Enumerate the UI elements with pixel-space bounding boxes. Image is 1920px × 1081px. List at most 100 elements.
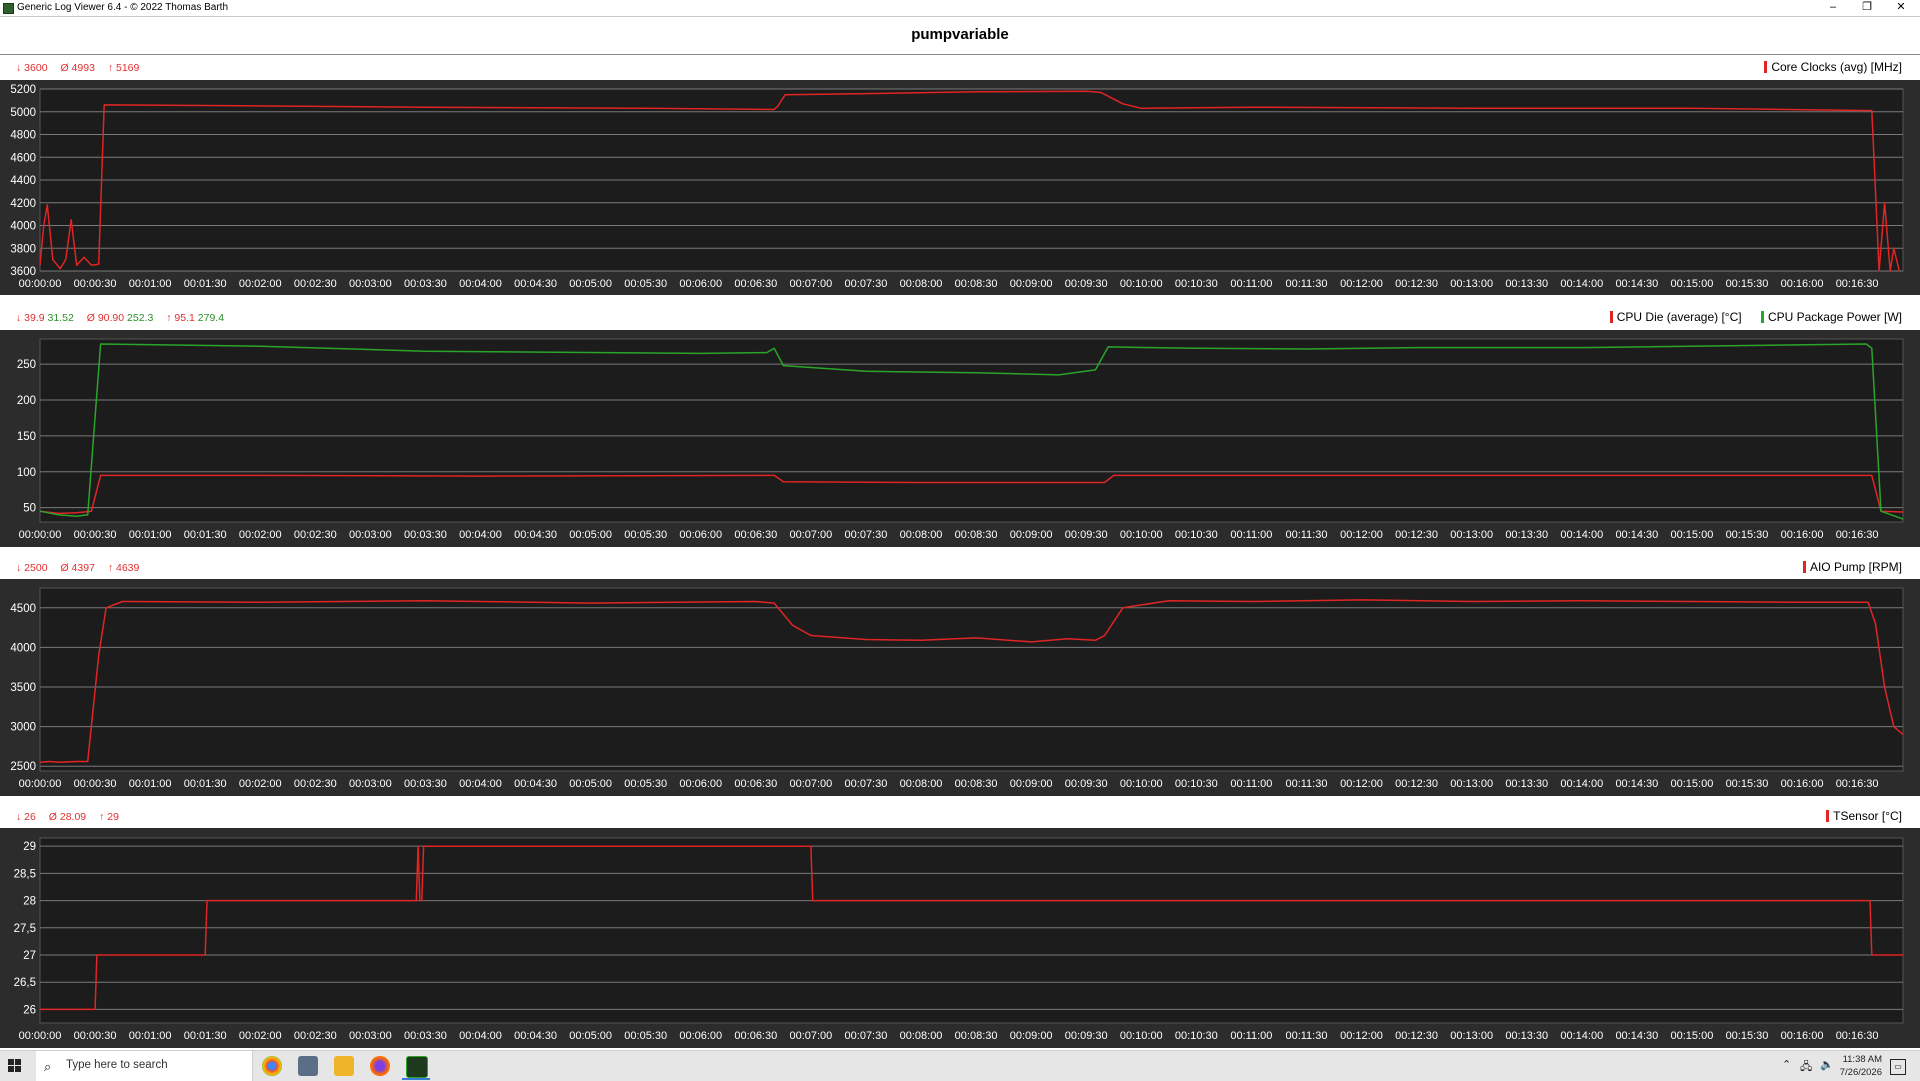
x-tick-label: 00:14:30: [1615, 1030, 1658, 1042]
x-tick-label: 00:15:00: [1671, 529, 1714, 541]
x-tick-label: 00:08:00: [900, 529, 943, 541]
x-tick-label: 00:12:00: [1340, 278, 1383, 290]
x-tick-label: 00:02:30: [294, 778, 337, 790]
volume-icon[interactable]: 🔈: [1820, 1058, 1834, 1071]
chart2-panel[interactable]: 250 200 150 100 50 00:00:00 00:00:30 00:01:00 00…: [0, 330, 1920, 547]
x-tick-label: 00:09:30: [1065, 1030, 1108, 1042]
legend-item: CPU Package Power [W]: [1760, 310, 1902, 324]
y-tick-label: 27: [23, 950, 36, 962]
x-tick-label: 00:01:00: [129, 529, 172, 541]
legend-swatch: [1826, 810, 1830, 822]
x-tick-label: 00:16:30: [1836, 278, 1879, 290]
legend-item: CPU Die (average) [°C]: [1609, 310, 1742, 324]
y-tick-label: 4200: [10, 198, 36, 210]
minimize-button[interactable]: –: [1816, 0, 1850, 16]
y-tick-label: 26,5: [14, 977, 36, 989]
x-tick-label: 00:01:30: [184, 529, 227, 541]
x-tick-label: 00:01:30: [184, 778, 227, 790]
x-tick-label: 00:16:30: [1836, 778, 1879, 790]
file-explorer-icon[interactable]: [334, 1056, 354, 1076]
close-button[interactable]: ✕: [1884, 0, 1918, 16]
chart2-stat-avg: Ø 90.90 252.3: [86, 312, 154, 324]
x-tick-label: 00:12:30: [1395, 529, 1438, 541]
x-tick-label: 00:06:30: [734, 278, 777, 290]
maximize-button[interactable]: ❐: [1850, 0, 1884, 16]
chart3-plot[interactable]: 4500 4000 3500 3000 2500 00:00:00 00:00:30 00:0…: [0, 579, 1920, 796]
x-tick-label: 00:05:00: [569, 778, 612, 790]
chart3-stat-min: ↓ 2500: [16, 562, 48, 574]
legend-swatch: [1802, 561, 1806, 573]
y-tick-label: 4000: [10, 221, 36, 233]
x-tick-label: 00:13:30: [1505, 778, 1548, 790]
y-tick-label: 100: [17, 467, 36, 479]
y-tick-label: 4400: [10, 175, 36, 187]
x-tick-label: 00:03:00: [349, 1030, 392, 1042]
x-tick-label: 00:02:00: [239, 529, 282, 541]
x-tick-label: 00:08:00: [900, 1030, 943, 1042]
min-arrow-icon: ↓: [16, 62, 22, 74]
x-tick-label: 00:10:00: [1120, 278, 1163, 290]
x-tick-label: 00:09:00: [1010, 278, 1053, 290]
x-tick-label: 00:03:30: [404, 778, 447, 790]
x-tick-label: 00:01:00: [129, 778, 172, 790]
chart1-plot[interactable]: 52005000480046004400420040003800360000:0…: [0, 80, 1920, 295]
chart4-plot[interactable]: 29 28,5 28 27,5 27 26,5 26 00:00:00 00:00:30 00:0…: [0, 828, 1920, 1048]
chart3-legend: AIO Pump [RPM]: [1787, 560, 1902, 574]
x-tick-label: 00:11:00: [1230, 278, 1272, 290]
chart4-panel[interactable]: 29 28,5 28 27,5 27 26,5 26 00:00:00 00:00:30 00:0…: [0, 828, 1920, 1048]
x-tick-label: 00:13:00: [1450, 529, 1493, 541]
windows-start-icon[interactable]: [8, 1059, 22, 1073]
x-tick-label: 00:04:30: [514, 529, 557, 541]
x-tick-label: 00:15:00: [1671, 1030, 1714, 1042]
x-tick-label: 00:02:30: [294, 278, 337, 290]
x-tick-label: 00:12:30: [1395, 778, 1438, 790]
y-tick-label: 150: [17, 431, 36, 443]
x-tick-label: 00:07:00: [789, 278, 832, 290]
x-tick-label: 00:08:30: [955, 1030, 998, 1042]
x-tick-label: 00:06:00: [679, 778, 722, 790]
chart2-plot[interactable]: 250 200 150 100 50 00:00:00 00:00:30 00:01:00 00…: [0, 330, 1920, 547]
x-tick-label: 00:00:00: [19, 1030, 62, 1042]
clock-date: 7/26/2026: [1839, 1067, 1882, 1078]
calculator-icon[interactable]: [298, 1056, 318, 1076]
legend-item: AIO Pump [RPM]: [1802, 560, 1902, 574]
legend-swatch: [1609, 311, 1613, 323]
x-tick-label: 00:04:00: [459, 1030, 502, 1042]
x-tick-label: 00:07:30: [845, 1030, 888, 1042]
x-tick-label: 00:01:00: [129, 278, 172, 290]
x-tick-label: 00:09:00: [1010, 1030, 1053, 1042]
chart3-stat-max: ↑ 4639: [107, 562, 140, 574]
taskbar-clock[interactable]: 11:38 AM 7/26/2026: [1836, 1053, 1882, 1079]
taskbar-search-box[interactable]: ⌕ Type here to search: [36, 1051, 253, 1081]
x-tick-label: 00:09:00: [1010, 529, 1053, 541]
y-tick-label: 5000: [10, 107, 36, 119]
chevron-up-icon[interactable]: ⌃: [1782, 1058, 1791, 1071]
x-tick-label: 00:07:00: [789, 529, 832, 541]
x-tick-label: 00:04:30: [514, 278, 557, 290]
x-tick-label: 00:08:30: [955, 778, 998, 790]
x-tick-label: 00:03:30: [404, 278, 447, 290]
x-tick-label: 00:08:30: [955, 529, 998, 541]
notifications-icon[interactable]: ▭: [1890, 1059, 1906, 1075]
chart3-stats: ↓ 2500 Ø 4397 ↑ 4639: [16, 562, 149, 574]
chart1-panel[interactable]: 5200 5000 4800 4600 4400 4200 4000 3800 3600 00:0…: [0, 80, 1920, 295]
y-tick-label: 26: [23, 1004, 36, 1016]
y-tick-label: 4800: [10, 130, 36, 142]
chart4-legend: TSensor [°C]: [1810, 809, 1902, 823]
chart1-legend: Core Clocks (avg) [MHz]: [1748, 60, 1902, 74]
x-tick-label: 00:00:00: [19, 278, 62, 290]
firefox-icon[interactable]: [370, 1056, 390, 1076]
chrome-icon[interactable]: [262, 1056, 282, 1076]
chart3-panel[interactable]: 4500 4000 3500 3000 2500 00:00:00 00:00:30 00:0…: [0, 579, 1920, 796]
plot-area: [39, 587, 1904, 772]
x-tick-label: 00:15:30: [1726, 529, 1769, 541]
chart4-stat-max: ↑ 29: [99, 811, 119, 823]
x-tick-label: 00:10:30: [1175, 1030, 1218, 1042]
x-tick-label: 00:06:30: [734, 778, 777, 790]
x-tick-label: 00:07:00: [789, 778, 832, 790]
log-viewer-taskbar-icon[interactable]: [406, 1056, 428, 1078]
x-tick-label: 00:11:00: [1230, 1030, 1272, 1042]
network-icon[interactable]: 🖧: [1800, 1058, 1812, 1077]
x-tick-label: 00:15:30: [1726, 1030, 1769, 1042]
x-tick-label: 00:05:30: [624, 778, 667, 790]
